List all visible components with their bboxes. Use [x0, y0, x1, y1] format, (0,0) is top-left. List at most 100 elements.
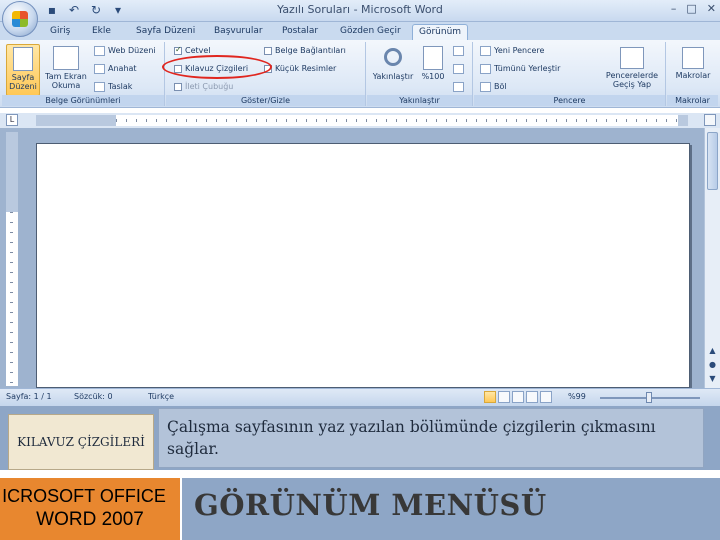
makrolar-label: Makrolar — [675, 71, 711, 80]
kucuk-resimler-checkbox[interactable]: Küçük Resimler — [264, 64, 336, 74]
ileti-cubugu-checkbox[interactable]: İleti Çubuğu — [174, 82, 233, 92]
kucuk-resimler-label: Küçük Resimler — [275, 64, 337, 73]
status-language[interactable]: Türkçe — [148, 392, 174, 401]
outline-icon — [94, 64, 105, 74]
tab-selector-button[interactable]: L — [6, 114, 18, 126]
one-page-button[interactable] — [453, 46, 464, 56]
tam-ekran-okuma-label: Tam Ekran Okuma — [45, 72, 87, 90]
split-icon — [480, 82, 491, 92]
product-box: ICROSOFT OFFICE WORD 2007 — [0, 478, 180, 540]
tab-basvurular[interactable]: Başvurular — [208, 24, 269, 38]
one-page-icon — [453, 46, 464, 56]
two-pages-button[interactable] — [453, 64, 464, 74]
horizontal-ruler[interactable] — [36, 115, 688, 126]
belge-baglantilari-checkbox[interactable]: Belge Bağlantıları — [264, 46, 346, 56]
tumunu-yerlestir-button[interactable]: Tümünü Yerleştir — [480, 64, 560, 74]
arrange-all-icon — [480, 64, 491, 74]
tab-gozden-gecir[interactable]: Gözden Geçir — [334, 24, 407, 38]
bol-button[interactable]: Böl — [480, 82, 507, 92]
close-button[interactable]: ✕ — [707, 2, 716, 15]
title-bar: ▪ ↶ ↻ ▾ Yazılı Soruları - Microsoft Word… — [0, 0, 720, 22]
new-window-icon — [480, 46, 491, 56]
ruler-row: L — [0, 113, 720, 128]
page-layout-icon — [13, 47, 33, 71]
office-logo-icon — [12, 11, 28, 27]
page-width-button[interactable] — [453, 82, 464, 92]
view-buttons — [484, 391, 552, 403]
document-area: ▲ ● ▼ — [0, 128, 720, 388]
group-label-belge-gorunumleri: Belge Görünümleri — [2, 95, 164, 106]
next-page-icon[interactable]: ▼ — [707, 374, 718, 383]
document-page[interactable] — [36, 143, 690, 388]
web-layout-view-icon[interactable] — [512, 391, 524, 403]
anahat-button[interactable]: Anahat — [94, 64, 137, 74]
makrolar-button[interactable]: Makrolar — [671, 44, 715, 80]
cetvel-check-icon — [174, 45, 182, 55]
sayfa-duzeni-button[interactable]: Sayfa Düzeni — [6, 44, 40, 96]
vertical-ruler[interactable] — [6, 132, 18, 386]
ruler-right-margin — [678, 115, 688, 126]
term-label: KILAVUZ ÇİZGİLERİ — [8, 414, 154, 470]
zoom-slider-knob[interactable] — [646, 392, 652, 403]
two-pages-icon — [453, 64, 464, 74]
pencereler-gecis-button[interactable]: Pencerelerde Geçiş Yap — [602, 44, 662, 89]
slide-heading: GÖRÜNÜM MENÜSÜ — [182, 478, 720, 540]
tab-gorunum[interactable]: Görünüm — [412, 24, 469, 41]
minimize-button[interactable]: – — [671, 2, 677, 15]
group-yakinlastir: Yakınlaştır %100 Yakınlaştır — [367, 42, 473, 106]
ribbon-tabs: Giriş Ekle Sayfa Düzeni Başvurular Posta… — [0, 22, 720, 41]
zoom-100-button[interactable]: %100 — [419, 44, 447, 81]
status-words[interactable]: Sözcük: 0 — [74, 392, 113, 401]
sayfa-duzeni-label: Sayfa Düzeni — [9, 73, 37, 91]
browse-object-icon[interactable]: ● — [707, 360, 718, 369]
zoom-100-label: %100 — [421, 72, 445, 81]
divider-strip — [0, 470, 720, 478]
tab-postalar[interactable]: Postalar — [276, 24, 324, 38]
tab-giris[interactable]: Giriş — [44, 24, 76, 38]
web-duzeni-label: Web Düzeni — [108, 46, 156, 55]
belge-check-icon — [264, 47, 272, 55]
view-ruler-button[interactable] — [704, 114, 716, 126]
yakinlastir-label: Yakınlaştır — [372, 72, 414, 81]
outline-view-icon[interactable] — [526, 391, 538, 403]
group-makrolar: Makrolar Makrolar — [667, 42, 718, 106]
draft-view-icon[interactable] — [540, 391, 552, 403]
full-screen-reading-icon — [53, 46, 79, 70]
tam-ekran-okuma-button[interactable]: Tam Ekran Okuma — [44, 44, 88, 90]
pencereler-gecis-label: Pencerelerde Geçiş Yap — [605, 71, 659, 89]
ileti-cubugu-label: İleti Çubuğu — [185, 82, 234, 91]
group-label-makrolar: Makrolar — [667, 95, 718, 106]
yakinlastir-button[interactable]: Yakınlaştır — [371, 44, 415, 81]
group-belge-gorunumleri: Sayfa Düzeni Tam Ekran Okuma Web Düzeni … — [2, 42, 165, 106]
draft-icon — [94, 82, 105, 92]
taslak-label: Taslak — [108, 82, 133, 91]
product-line-2: WORD 2007 — [36, 509, 144, 530]
slide-root: ▪ ↶ ↻ ▾ Yazılı Soruları - Microsoft Word… — [0, 0, 720, 540]
macros-icon — [682, 47, 704, 69]
tab-sayfa-duzeni[interactable]: Sayfa Düzeni — [130, 24, 201, 38]
magnifier-icon — [384, 48, 402, 66]
description-text: Çalışma sayfasının yaz yazılan bölümünde… — [158, 408, 704, 468]
print-layout-view-icon[interactable] — [484, 391, 496, 403]
tumunu-yerlestir-label: Tümünü Yerleştir — [494, 64, 561, 73]
scrollbar-thumb[interactable] — [707, 132, 718, 190]
group-label-yakinlastir: Yakınlaştır — [367, 95, 472, 106]
yeni-pencere-label: Yeni Pencere — [494, 46, 545, 55]
office-button[interactable] — [2, 1, 38, 37]
web-duzeni-button[interactable]: Web Düzeni — [94, 46, 156, 56]
tab-ekle[interactable]: Ekle — [86, 24, 117, 38]
ribbon: Sayfa Düzeni Tam Ekran Okuma Web Düzeni … — [0, 40, 720, 108]
ileti-check-icon — [174, 83, 182, 91]
taslak-button[interactable]: Taslak — [94, 82, 132, 92]
maximize-button[interactable]: □ — [686, 2, 696, 15]
prev-page-icon[interactable]: ▲ — [707, 346, 718, 355]
full-screen-view-icon[interactable] — [498, 391, 510, 403]
yeni-pencere-button[interactable]: Yeni Pencere — [480, 46, 544, 56]
bol-label: Böl — [494, 82, 507, 91]
ruler-left-margin — [36, 115, 116, 126]
window-title: Yazılı Soruları - Microsoft Word — [277, 3, 443, 16]
status-zoom[interactable]: %99 — [568, 392, 586, 401]
group-pencere: Yeni Pencere Tümünü Yerleştir Böl Pencer… — [474, 42, 666, 106]
vertical-scrollbar[interactable]: ▲ ● ▼ — [704, 128, 720, 388]
status-page[interactable]: Sayfa: 1 / 1 — [6, 392, 52, 401]
